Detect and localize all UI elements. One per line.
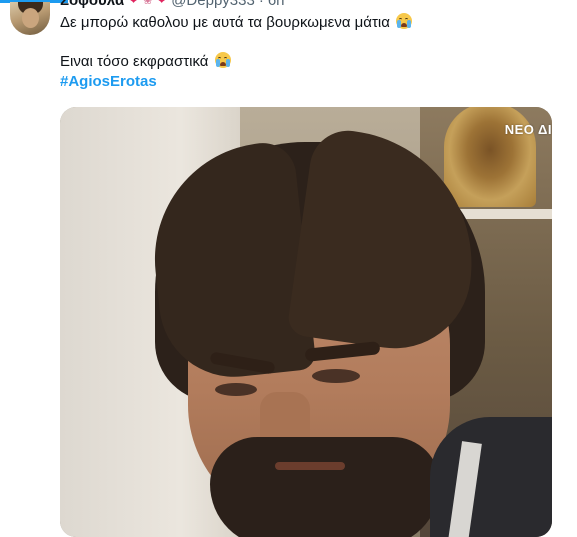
- avatar[interactable]: [10, 2, 50, 35]
- hashtag-line: #AgiosErotas: [60, 72, 560, 92]
- user-handle[interactable]: @Deppy333: [171, 0, 255, 9]
- tweet-text: Δε μπορώ καθολου με αυτά τα βουρκωμενα μ…: [60, 13, 560, 92]
- hashtag-link[interactable]: #AgiosErotas: [60, 73, 157, 90]
- display-name[interactable]: Σοφούλα: [60, 0, 124, 9]
- dark-jacket: [430, 417, 552, 537]
- separator-dot: ·: [258, 0, 264, 9]
- tweet-media-image[interactable]: ΝΕΟ ΔΙ: [60, 107, 552, 537]
- tweet-header: Σοφούλα ❤ ❀ ❤ @Deppy333 · 6h: [60, 0, 285, 9]
- tweet-line-2: Ειναι τόσο εκφραστικά: [60, 52, 560, 72]
- heart-icon: ❤: [128, 0, 139, 8]
- channel-watermark: ΝΕΟ ΔΙ: [504, 122, 552, 137]
- heart-icon: ❤: [156, 0, 167, 8]
- crying-face-icon: [214, 52, 231, 68]
- tweet-line-1: Δε μπορώ καθολου με αυτά τα βουρκωμενα μ…: [60, 13, 560, 33]
- crying-face-icon: [396, 13, 413, 29]
- timestamp[interactable]: 6h: [268, 0, 285, 9]
- bow-icon: ❀: [143, 0, 153, 7]
